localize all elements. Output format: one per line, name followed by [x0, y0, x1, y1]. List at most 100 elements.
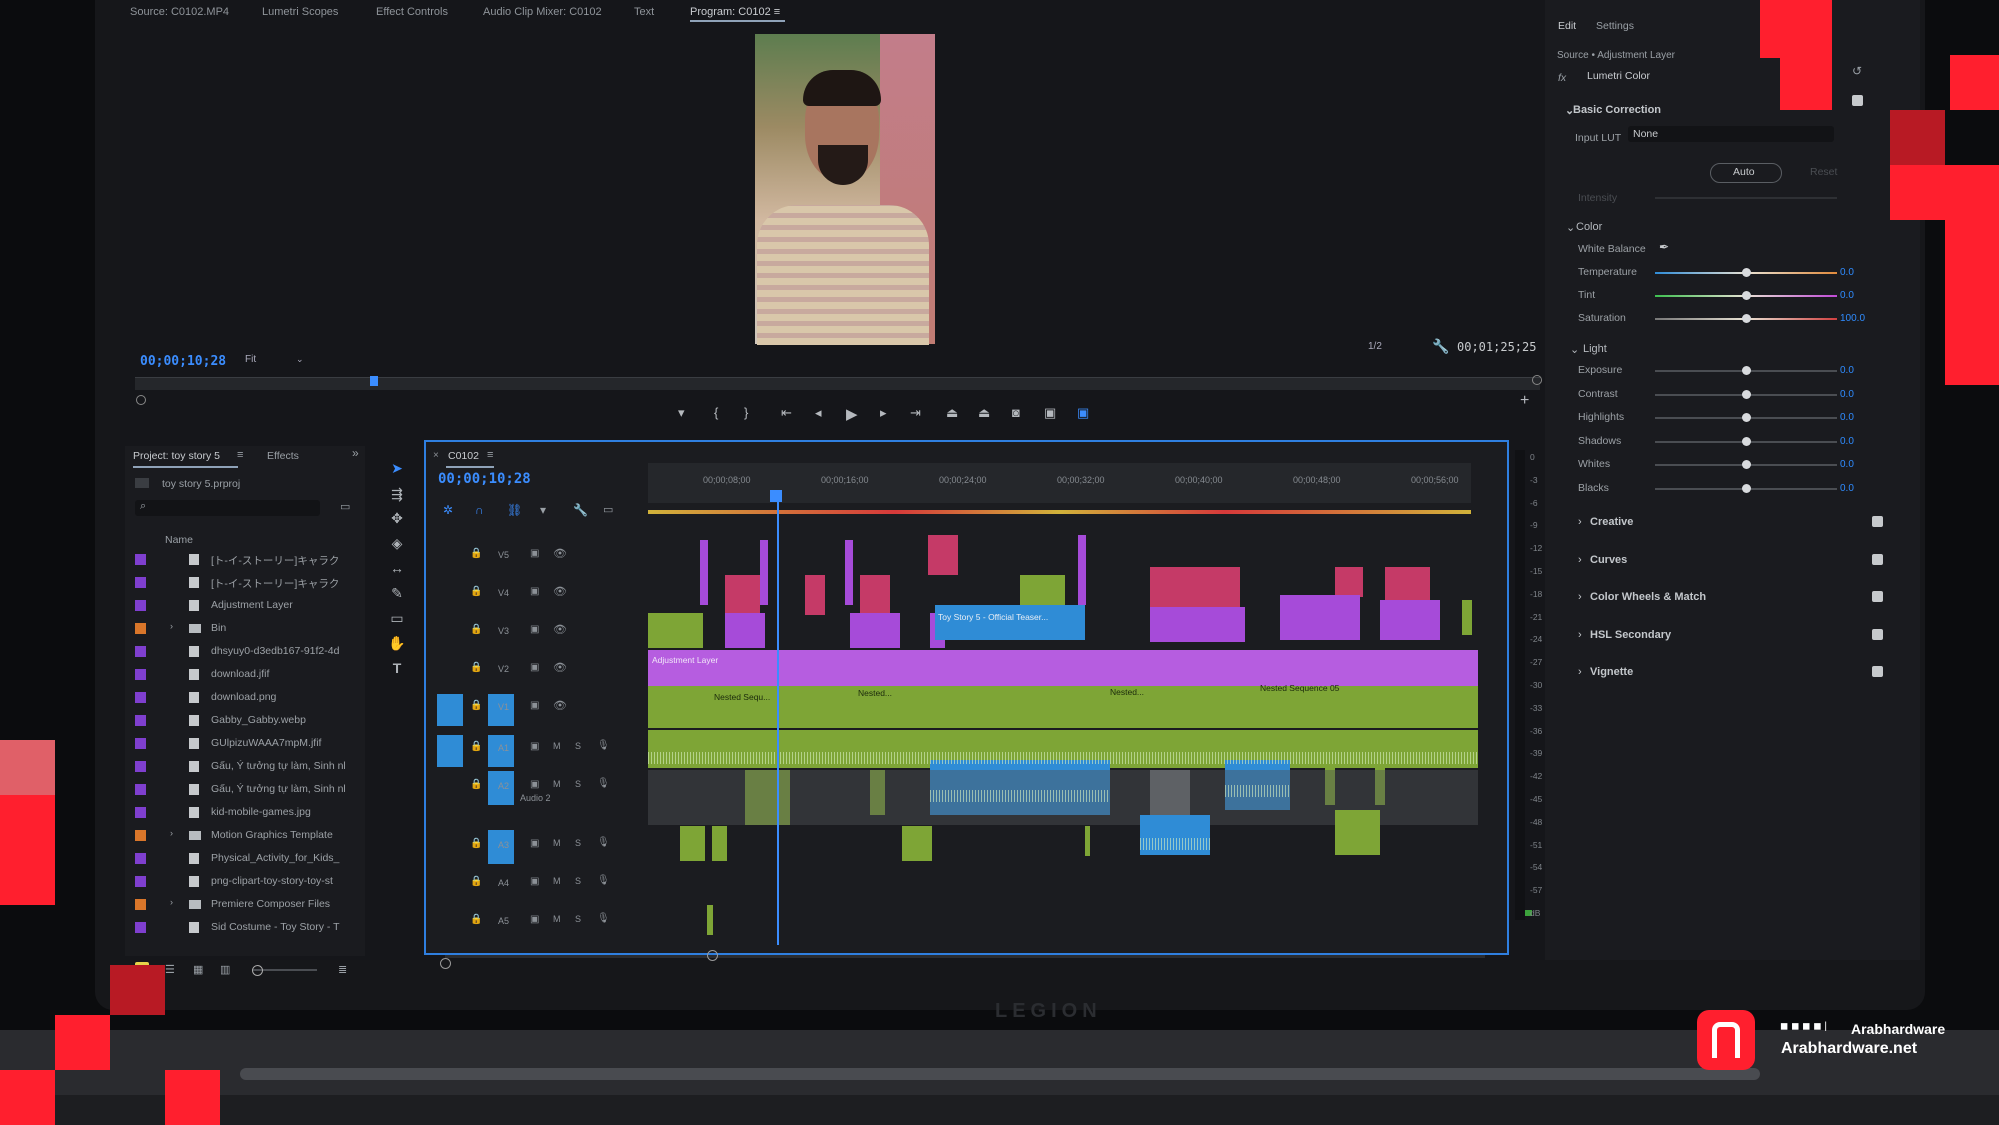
lock-icon[interactable]: 🔒 — [470, 914, 482, 925]
input-lut-dropdown[interactable] — [1628, 126, 1834, 142]
source-patch[interactable] — [437, 694, 463, 726]
timeline-clip[interactable] — [1280, 595, 1360, 640]
label-color-swatch[interactable] — [135, 646, 146, 657]
eye-icon[interactable]: 👁 — [553, 661, 567, 674]
section-header[interactable]: Vignette — [1590, 666, 1633, 678]
sync-lock-icon[interactable]: ▣ — [530, 700, 539, 711]
track-name[interactable]: V5 — [498, 550, 509, 560]
captions-icon[interactable]: ▭ — [603, 503, 613, 516]
timeline-clip[interactable] — [1335, 810, 1380, 855]
list-item[interactable]: › Motion Graphics Template — [135, 825, 360, 847]
microphone-icon[interactable]: 🎙 — [597, 913, 610, 924]
label-color-swatch[interactable] — [135, 554, 146, 565]
list-item[interactable]: download.png — [135, 687, 360, 709]
razor-tool-icon[interactable]: ◈ — [388, 535, 406, 553]
timeline-clip[interactable] — [928, 535, 958, 575]
mark-in-icon[interactable]: { — [714, 405, 718, 420]
lumetri-enable-checkbox[interactable] — [1852, 95, 1863, 106]
eyedropper-icon[interactable]: ✒ — [1659, 240, 1669, 254]
slider-value[interactable]: 0.0 — [1840, 389, 1854, 400]
chevron-right-icon[interactable]: › — [1578, 629, 1582, 641]
section-header[interactable]: Creative — [1590, 516, 1633, 528]
track-select-tool-icon[interactable]: ⇶ — [388, 486, 406, 504]
list-item[interactable]: kid-mobile-games.jpg — [135, 802, 360, 824]
lumetri-source[interactable]: Source • Adjustment Layer — [1557, 50, 1675, 61]
zoom-slider-knob[interactable] — [252, 965, 263, 976]
sync-lock-icon[interactable]: ▣ — [530, 779, 539, 790]
tab-source[interactable]: Source: C0102.MP4 — [130, 6, 229, 18]
chevron-down-icon[interactable]: ⌄ — [1566, 221, 1575, 234]
list-item[interactable]: download.jfif — [135, 664, 360, 686]
track-name[interactable]: A1 — [498, 743, 509, 753]
track-name[interactable]: A5 — [498, 916, 509, 926]
list-view-icon[interactable]: ☰ — [165, 963, 175, 976]
timeline-clip[interactable] — [712, 826, 727, 861]
sync-lock-icon[interactable]: ▣ — [530, 876, 539, 887]
lock-icon[interactable]: 🔒 — [470, 741, 482, 752]
list-item[interactable]: Gabby_Gabby.webp — [135, 710, 360, 732]
list-item[interactable]: Gấu, Ý tưởng tự làm, Sinh nl — [135, 779, 360, 801]
step-forward-icon[interactable]: ▸ — [880, 405, 887, 421]
chevron-down-icon[interactable]: ⌄ — [296, 354, 304, 365]
sync-lock-icon[interactable]: ▣ — [530, 838, 539, 849]
section-enable-checkbox[interactable] — [1872, 553, 1883, 565]
timeline-clip[interactable] — [805, 575, 825, 615]
hand-tool-icon[interactable]: ✋ — [388, 635, 406, 653]
solo-button[interactable]: S — [575, 741, 581, 751]
sync-lock-icon[interactable]: ▣ — [530, 548, 539, 559]
timeline-clip[interactable] — [850, 613, 900, 648]
chevron-down-icon[interactable]: ⌄ — [1570, 343, 1579, 356]
add-marker-icon[interactable]: ▾ — [678, 405, 685, 421]
list-item[interactable]: GUlpizuWAAA7mpM.jfif — [135, 733, 360, 755]
scroll-handle-right[interactable] — [707, 950, 718, 961]
timeline-clip[interactable] — [1462, 600, 1472, 635]
track-name[interactable]: A2 — [498, 781, 509, 791]
timeline-clip[interactable] — [860, 575, 890, 615]
tab-effect-controls[interactable]: Effect Controls — [376, 6, 448, 18]
freeform-view-icon[interactable]: ▥ — [220, 963, 230, 976]
tab-program[interactable]: Program: C0102 ≡ — [690, 6, 780, 18]
label-color-swatch[interactable] — [135, 853, 146, 864]
tab-project[interactable]: Project: toy story 5 — [133, 450, 220, 462]
mute-button[interactable]: M — [553, 914, 561, 924]
timeline-clip[interactable] — [680, 826, 705, 861]
rectangle-tool-icon[interactable]: ▭ — [388, 610, 406, 628]
lock-icon[interactable]: 🔒 — [470, 700, 482, 711]
label-color-swatch[interactable] — [135, 692, 146, 703]
lock-icon[interactable]: 🔒 — [470, 662, 482, 673]
tab-sequence[interactable]: C0102 — [448, 450, 479, 462]
label-color-swatch[interactable] — [135, 830, 146, 841]
project-search-input[interactable] — [135, 500, 320, 516]
pen-tool-icon[interactable]: ✎ — [388, 585, 406, 603]
slider-knob[interactable] — [1742, 413, 1751, 422]
chevron-right-icon[interactable]: › — [1578, 666, 1582, 678]
section-enable-checkbox[interactable] — [1872, 516, 1883, 527]
lock-icon[interactable]: 🔒 — [470, 779, 482, 790]
menu-icon[interactable]: ≡ — [487, 449, 493, 461]
label-color-swatch[interactable] — [135, 669, 146, 680]
comparison-view-icon[interactable]: ▣ — [1044, 405, 1056, 421]
program-scrub-bar[interactable] — [135, 377, 1540, 390]
label-color-swatch[interactable] — [135, 807, 146, 818]
slider-value[interactable]: 100.0 — [1840, 313, 1865, 324]
chevron-right-icon[interactable]: › — [1578, 591, 1582, 603]
microphone-icon[interactable]: 🎙 — [597, 740, 610, 751]
tab-settings[interactable]: Settings — [1596, 20, 1634, 32]
lift-icon[interactable]: ⏏ — [946, 405, 958, 421]
icon-view-icon[interactable]: ▦ — [193, 963, 203, 976]
timeline-clip[interactable] — [1085, 826, 1090, 856]
timeline-clip[interactable] — [700, 540, 708, 605]
label-color-swatch[interactable] — [135, 784, 146, 795]
step-back-icon[interactable]: ◂ — [815, 405, 822, 421]
new-bin-icon[interactable]: ▭ — [340, 500, 350, 513]
slider-knob[interactable] — [1742, 366, 1751, 375]
timeline-clip[interactable] — [1380, 600, 1440, 640]
label-color-swatch[interactable] — [135, 922, 146, 933]
label-color-swatch[interactable] — [135, 761, 146, 772]
section-header[interactable]: Color Wheels & Match — [1590, 591, 1706, 603]
chevron-right-icon[interactable]: › — [170, 897, 173, 907]
label-color-swatch[interactable] — [135, 623, 146, 634]
timeline-clip[interactable] — [648, 686, 1478, 728]
timeline-clip[interactable] — [935, 605, 1085, 640]
slider-knob[interactable] — [1742, 314, 1751, 323]
